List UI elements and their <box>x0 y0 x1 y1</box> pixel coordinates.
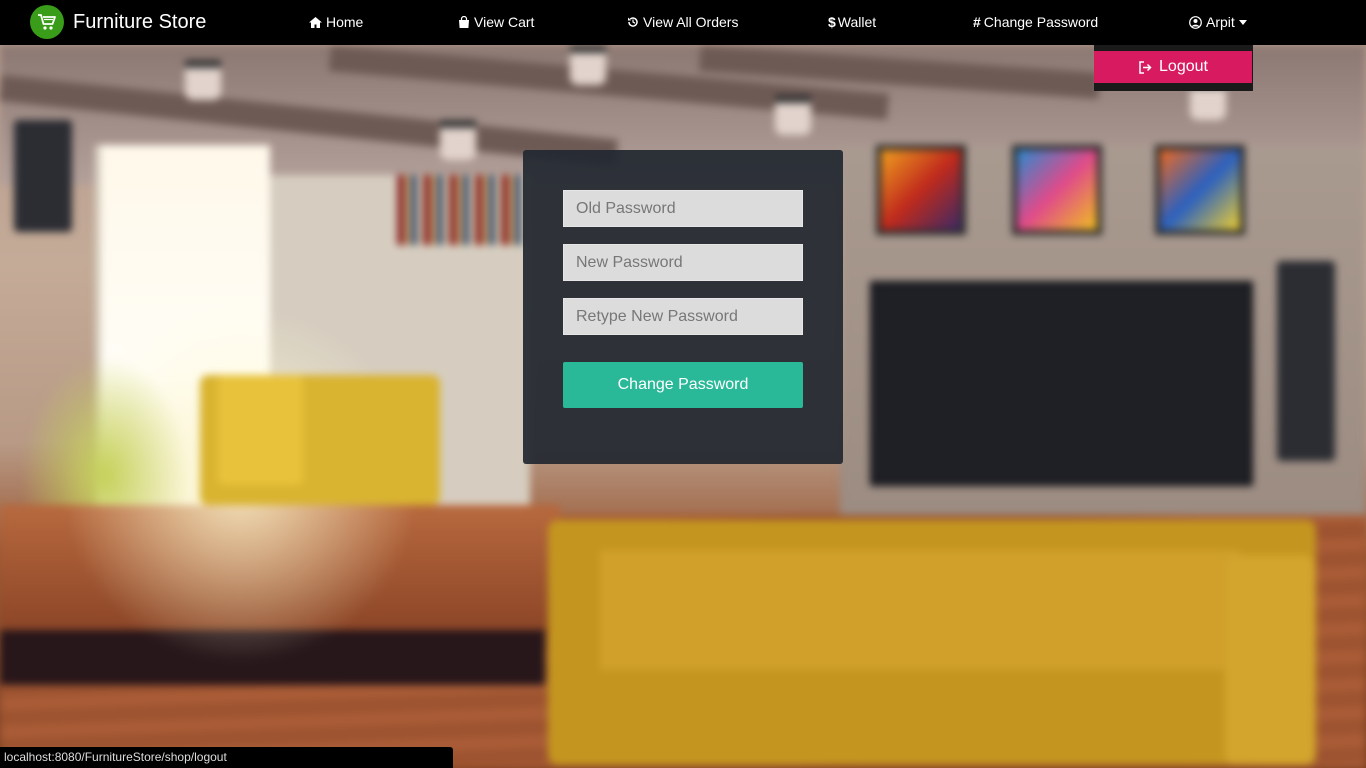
user-name: Arpit <box>1206 14 1235 30</box>
nav-change-password-label: Change Password <box>983 14 1099 30</box>
dollar-icon: $ <box>828 14 836 30</box>
nav-view-cart[interactable]: View Cart <box>458 14 534 30</box>
user-menu-toggle[interactable]: Arpit <box>1189 14 1247 30</box>
brand-link[interactable]: Furniture Store <box>30 5 206 39</box>
sign-out-icon <box>1138 60 1153 74</box>
top-navbar: Furniture Store Home View Cart View All … <box>0 0 1366 45</box>
shopping-cart-icon <box>30 5 64 39</box>
brand-name: Furniture Store <box>73 10 207 33</box>
home-icon <box>309 16 322 28</box>
nav-home[interactable]: Home <box>309 14 363 30</box>
nav-view-cart-label: View Cart <box>474 14 535 30</box>
history-icon <box>627 16 639 28</box>
logout-button[interactable]: Logout <box>1094 51 1252 83</box>
change-password-button[interactable]: Change Password <box>563 362 803 408</box>
nav-view-all-orders[interactable]: View All Orders <box>627 14 738 30</box>
user-circle-icon <box>1189 15 1202 29</box>
nav-home-label: Home <box>326 14 364 30</box>
nav-wallet[interactable]: $ Wallet <box>828 14 876 30</box>
hashtag-icon: # <box>973 14 981 30</box>
change-password-form: Change Password <box>523 150 843 464</box>
caret-down-icon <box>1238 19 1247 25</box>
browser-status-url: localhost:8080/FurnitureStore/shop/logou… <box>0 747 453 768</box>
old-password-input[interactable] <box>563 190 803 227</box>
shopping-bag-icon <box>458 16 470 28</box>
user-dropdown-menu: Logout <box>1094 45 1253 91</box>
new-password-input[interactable] <box>563 244 803 281</box>
nav-wallet-label: Wallet <box>837 14 877 30</box>
nav-change-password[interactable]: # Change Password <box>973 14 1098 30</box>
retype-password-input[interactable] <box>563 298 803 335</box>
logout-label: Logout <box>1159 58 1208 75</box>
nav-view-all-orders-label: View All Orders <box>643 14 739 30</box>
